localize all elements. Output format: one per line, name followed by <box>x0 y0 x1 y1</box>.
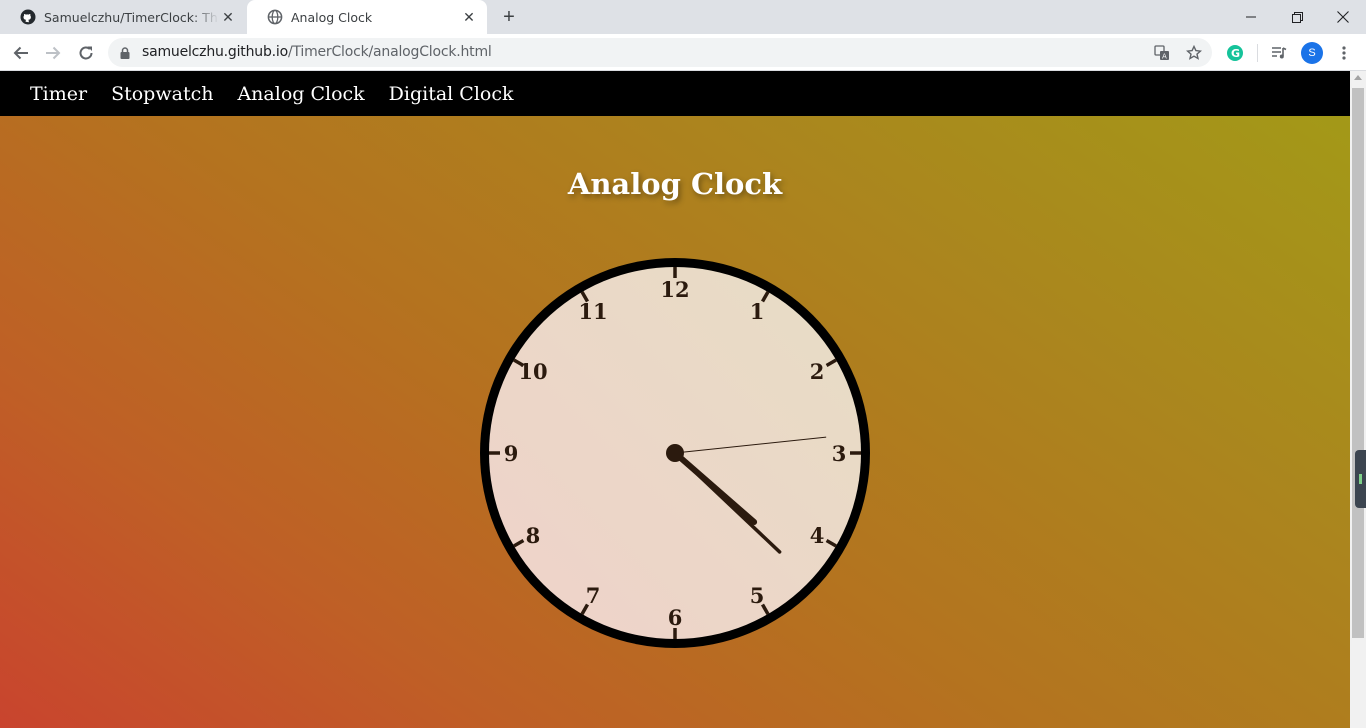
chrome-menu-icon[interactable] <box>1333 42 1355 64</box>
restore-window-icon[interactable] <box>1274 0 1320 34</box>
browser-tab-github[interactable]: Samuelczhu/TimerClock: This w ✕ <box>0 0 246 34</box>
svg-text:G: G <box>1231 47 1240 60</box>
clock-numeral: 6 <box>668 605 683 630</box>
address-bar[interactable]: samuelczhu.github.io/TimerClock/analogCl… <box>108 38 1212 67</box>
svg-text:A: A <box>1162 53 1167 61</box>
nav-link-timer[interactable]: Timer <box>18 83 99 105</box>
page-viewport: Timer Stopwatch Analog Clock Digital Clo… <box>0 71 1350 728</box>
url-text[interactable]: samuelczhu.github.io/TimerClock/analogCl… <box>142 44 492 60</box>
analog-clock: 12 1 2 3 4 5 6 7 8 9 10 11 <box>475 253 875 653</box>
site-navbar: Timer Stopwatch Analog Clock Digital Clo… <box>0 71 1350 116</box>
github-icon <box>20 9 36 25</box>
scroll-up-arrow-icon[interactable] <box>1354 75 1362 80</box>
reload-icon[interactable] <box>74 41 98 65</box>
forward-arrow-icon[interactable] <box>41 41 65 65</box>
bookmark-star-icon[interactable] <box>1185 44 1203 62</box>
close-tab-icon[interactable]: ✕ <box>461 9 477 25</box>
toolbar-divider <box>1257 44 1258 62</box>
new-tab-plus-icon[interactable]: + <box>498 7 520 29</box>
browser-tab-strip: Samuelczhu/TimerClock: This w ✕ Analog C… <box>0 0 1366 34</box>
back-arrow-icon[interactable] <box>9 41 33 65</box>
clock-face-svg: 121234567891011 <box>480 258 870 648</box>
clock-numeral: 12 <box>660 277 689 302</box>
browser-toolbar: samuelczhu.github.io/TimerClock/analogCl… <box>0 34 1366 71</box>
profile-avatar[interactable]: S <box>1301 42 1323 64</box>
browser-tab-analog-clock[interactable]: Analog Clock ✕ <box>247 0 487 34</box>
side-panel-handle[interactable] <box>1355 450 1366 508</box>
grammarly-extension-icon[interactable]: G <box>1224 42 1246 64</box>
clock-numeral: 9 <box>504 441 519 466</box>
clock-numeral: 8 <box>526 523 541 548</box>
nav-link-stopwatch[interactable]: Stopwatch <box>99 83 225 105</box>
clock-numeral: 3 <box>832 441 847 466</box>
clock-numeral: 10 <box>518 359 547 384</box>
scrollbar-thumb[interactable] <box>1352 88 1364 638</box>
clock-numeral: 5 <box>750 583 765 608</box>
minimize-window-icon[interactable] <box>1228 0 1274 34</box>
clock-numeral: 4 <box>810 523 825 548</box>
media-playlist-icon[interactable] <box>1268 42 1290 64</box>
clock-numeral: 11 <box>578 299 607 324</box>
nav-link-analog-clock[interactable]: Analog Clock <box>225 83 376 105</box>
page-title: Analog Clock <box>567 167 783 201</box>
tab-title: Samuelczhu/TimerClock: This w <box>44 9 219 25</box>
clock-numeral: 1 <box>750 299 765 324</box>
translate-icon[interactable]: A <box>1153 44 1171 62</box>
nav-link-digital-clock[interactable]: Digital Clock <box>377 83 526 105</box>
lock-icon[interactable] <box>120 46 130 64</box>
center-pin <box>666 444 684 462</box>
clock-numeral: 2 <box>810 359 825 384</box>
close-tab-icon[interactable]: ✕ <box>220 9 236 25</box>
globe-icon <box>267 9 283 25</box>
vertical-scrollbar[interactable] <box>1350 71 1366 728</box>
tab-title: Analog Clock <box>291 9 373 25</box>
close-window-icon[interactable] <box>1320 0 1366 34</box>
clock-numeral: 7 <box>586 583 601 608</box>
